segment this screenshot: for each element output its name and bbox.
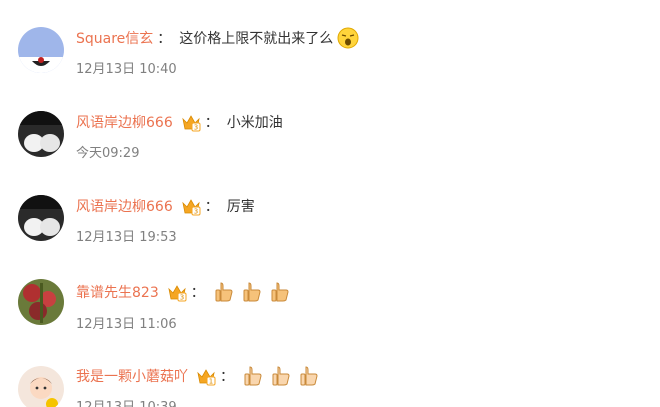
crown-badge-icon[interactable]: 3 (167, 282, 187, 302)
comment-time: 12月13日 11:06 (76, 317, 177, 332)
crown-badge-icon[interactable]: 1 (196, 366, 216, 386)
comment-time: 12月13日 10:39 (76, 396, 177, 407)
separator-colon: ： (157, 31, 172, 47)
shocked-face-emoji-icon (337, 27, 359, 49)
comment-time: 今天09:29 (76, 146, 140, 161)
comment-item: Square信玄 ： 这价格上限不就出来了么 12月13日 10:40 (0, 0, 660, 84)
thumbs-up-emoji-icon (270, 365, 292, 387)
comment-time: 12月13日 19:53 (76, 230, 177, 245)
thumbs-up-emoji-icon (242, 365, 264, 387)
username-link[interactable]: 风语岸边柳666 (76, 112, 173, 132)
username-link[interactable]: Square信玄 (76, 28, 153, 48)
thumbs-up-emoji-icon (269, 281, 291, 303)
username-link[interactable]: 靠谱先生823 (76, 282, 159, 302)
comment-text: 这价格上限不就出来了么 (179, 31, 334, 47)
thumbs-up-emoji-icon (241, 281, 263, 303)
comment-text: 厉害 (226, 199, 255, 215)
avatar[interactable] (18, 111, 64, 157)
comment-list: Square信玄 ： 这价格上限不就出来了么 12月13日 10:40 风语岸边… (0, 0, 660, 407)
avatar[interactable] (18, 279, 64, 325)
separator-colon: ： (204, 115, 219, 131)
avatar[interactable] (18, 366, 64, 407)
crown-badge-icon[interactable]: 3 (181, 112, 201, 132)
comment-time: 12月13日 10:40 (76, 62, 177, 77)
crown-badge-icon[interactable]: 3 (181, 196, 201, 216)
comment-item: 风语岸边柳666 3 ： 小米加油 今天09:29 (0, 84, 660, 168)
thumbs-up-emoji-icon (298, 365, 320, 387)
avatar[interactable] (18, 27, 64, 73)
comment-item: 风语岸边柳666 3 ： 厉害 12月13日 19:53 (0, 168, 660, 252)
badge-level: 1 (209, 378, 213, 386)
comment-text: 小米加油 (226, 115, 283, 131)
separator-colon: ： (204, 199, 219, 215)
comment-item: 我是一颗小蘑菇吖 1 ： (0, 336, 660, 407)
thumbs-up-emoji-icon (213, 281, 235, 303)
avatar[interactable] (18, 195, 64, 241)
comment-item: 靠谱先生823 3 ： 12月13日 11:06 (0, 252, 660, 336)
username-link[interactable]: 我是一颗小蘑菇吖 (76, 366, 188, 386)
badge-level: 3 (194, 208, 198, 216)
badge-level: 3 (194, 124, 198, 132)
username-link[interactable]: 风语岸边柳666 (76, 196, 173, 216)
separator-colon: ： (190, 285, 205, 301)
badge-level: 3 (180, 294, 184, 302)
separator-colon: ： (220, 369, 234, 385)
